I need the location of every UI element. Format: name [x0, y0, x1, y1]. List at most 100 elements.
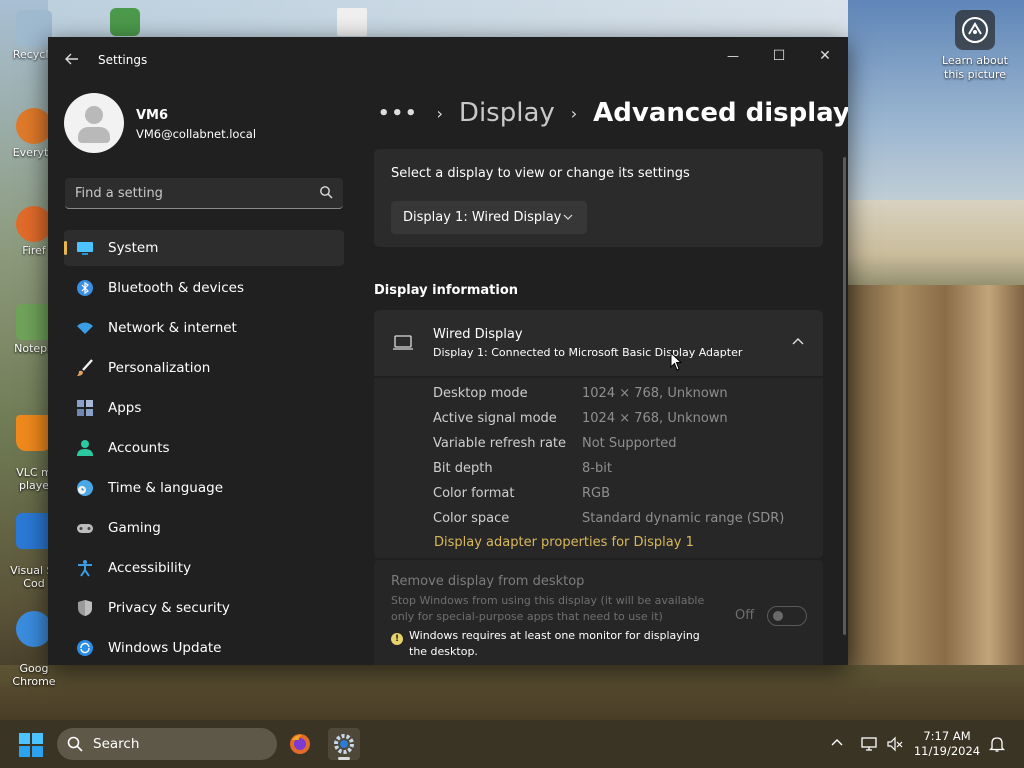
minimize-button[interactable]: —: [710, 41, 756, 71]
taskbar-settings[interactable]: [328, 728, 360, 760]
system-icon: [77, 242, 93, 255]
sidebar-item-system[interactable]: System: [64, 230, 344, 266]
clock-time: 7:17 AM: [923, 729, 971, 743]
sidebar-item-accessibility[interactable]: Accessibility: [64, 550, 344, 586]
sidebar-item-label: Bluetooth & devices: [108, 280, 245, 296]
page-title: Advanced display: [593, 98, 848, 128]
camera-icon: [955, 10, 995, 50]
info-row-value: 8-bit: [582, 461, 612, 476]
sidebar-item-bluetooth[interactable]: Bluetooth & devices: [64, 270, 344, 306]
info-row-active-signal-mode: Active signal mode 1024 × 768, Unknown: [433, 411, 813, 431]
firefox-icon: [290, 734, 310, 754]
active-indicator: [338, 757, 350, 760]
info-row-value: Standard dynamic range (SDR): [582, 511, 785, 526]
info-row-bit-depth: Bit depth 8-bit: [433, 461, 813, 481]
desktop-icon-label: VLC m playe: [16, 466, 52, 492]
minimize-icon: —: [727, 49, 739, 63]
chevron-right-icon: ›: [570, 103, 578, 123]
sidebar-item-gaming[interactable]: Gaming: [64, 510, 344, 546]
warning-icon: !: [391, 633, 403, 645]
sidebar-item-privacy[interactable]: Privacy & security: [64, 590, 344, 626]
start-button[interactable]: [18, 732, 44, 758]
remove-display-toggle[interactable]: [767, 606, 807, 626]
taskbar-firefox[interactable]: [284, 728, 316, 760]
section-title-display-info: Display information: [374, 283, 519, 298]
info-row-label: Color space: [433, 511, 510, 526]
desktop-icon-file[interactable]: [322, 8, 382, 38]
wifi-icon: [77, 322, 93, 334]
taskbar-search-label: Search: [93, 736, 140, 752]
info-row-color-format: Color format RGB: [433, 486, 813, 506]
taskbar-search[interactable]: Search: [57, 728, 277, 760]
chevron-up-icon[interactable]: [791, 335, 805, 349]
chart-app-icon: [110, 8, 140, 36]
find-setting-box[interactable]: [65, 178, 343, 209]
desktop-icon-app[interactable]: [95, 8, 155, 38]
maximize-button[interactable]: ☐: [756, 41, 802, 71]
bluetooth-icon: [77, 280, 93, 296]
chevron-down-icon: [563, 214, 573, 220]
notifications-bell-icon[interactable]: [988, 735, 1006, 753]
recycle-bin-icon: [16, 10, 52, 46]
search-icon: [67, 736, 83, 752]
title-bar: Settings — ☐ ✕: [48, 37, 848, 83]
display-dropdown-value: Display 1: Wired Display: [403, 210, 562, 225]
accessibility-icon: [78, 560, 92, 577]
sidebar-item-network[interactable]: Network & internet: [64, 310, 344, 346]
mouse-cursor-icon: [670, 352, 683, 371]
vscode-icon: [16, 513, 52, 549]
display-info-header[interactable]: Wired Display Display 1: Connected to Mi…: [374, 310, 823, 376]
breadcrumb-more-button[interactable]: •••: [378, 103, 419, 124]
find-setting-input[interactable]: [75, 178, 305, 209]
info-row-variable-refresh-rate: Variable refresh rate Not Supported: [433, 436, 813, 456]
avatar-head: [85, 106, 103, 124]
time-language-icon: [77, 480, 93, 496]
network-icon[interactable]: [860, 735, 878, 753]
info-row-desktop-mode: Desktop mode 1024 × 768, Unknown: [433, 386, 813, 406]
info-row-label: Color format: [433, 486, 515, 501]
sidebar-item-label: Time & language: [108, 480, 224, 496]
sidebar-item-label: Privacy & security: [108, 600, 230, 616]
user-name: VM6: [136, 108, 169, 123]
apps-icon: [77, 400, 93, 416]
taskbar: Search 7:17 AM 11/19/2024: [0, 720, 1024, 768]
breadcrumb: ••• › Display › Advanced display: [378, 93, 848, 133]
taskbar-clock[interactable]: 7:17 AM 11/19/2024: [912, 729, 982, 759]
clock-date: 11/19/2024: [913, 744, 981, 758]
close-icon: ✕: [819, 48, 831, 64]
settings-window: Settings — ☐ ✕ VM6 VM6@collabnet.local S…: [48, 37, 848, 665]
user-profile[interactable]: VM6 VM6@collabnet.local: [64, 93, 364, 155]
everything-icon: [16, 108, 52, 144]
close-button[interactable]: ✕: [802, 41, 848, 71]
firefox-icon: [16, 206, 52, 242]
display-dropdown[interactable]: Display 1: Wired Display: [391, 201, 587, 234]
learn-about-picture-label: Learn about this picture: [942, 54, 1008, 81]
sidebar-item-personalization[interactable]: Personalization: [64, 350, 344, 386]
display-info-details: Desktop mode 1024 × 768, Unknown Active …: [374, 378, 823, 558]
vlc-icon: [16, 415, 52, 451]
sidebar-item-label: Network & internet: [108, 320, 237, 336]
sidebar-item-label: Apps: [108, 400, 142, 416]
info-row-label: Variable refresh rate: [433, 436, 567, 451]
gaming-icon: [77, 524, 93, 533]
content-scrollbar[interactable]: [843, 157, 846, 635]
display-name: Wired Display: [433, 327, 523, 342]
remove-display-title: Remove display from desktop: [391, 574, 585, 589]
learn-about-picture[interactable]: Learn about this picture: [938, 10, 1012, 82]
sidebar-item-time-language[interactable]: Time & language: [64, 470, 344, 506]
back-button[interactable]: [62, 51, 82, 71]
sidebar-item-apps[interactable]: Apps: [64, 390, 344, 426]
sidebar-nav: System Bluetooth & devices Network & int…: [64, 230, 344, 665]
sidebar-item-windows-update[interactable]: Windows Update: [64, 630, 344, 665]
show-hidden-icons-chevron-up-icon[interactable]: [830, 736, 844, 750]
breadcrumb-display-link[interactable]: Display: [459, 98, 555, 128]
info-row-value: RGB: [582, 486, 611, 501]
display-adapter-properties-link[interactable]: Display adapter properties for Display 1: [434, 535, 694, 550]
laptop-icon: [393, 335, 413, 350]
avatar: [64, 93, 124, 153]
volume-muted-icon[interactable]: [886, 735, 904, 753]
info-row-label: Active signal mode: [433, 411, 557, 426]
info-row-value: 1024 × 768, Unknown: [582, 411, 728, 426]
sidebar-item-accounts[interactable]: Accounts: [64, 430, 344, 466]
sidebar-item-label: Windows Update: [108, 640, 222, 656]
